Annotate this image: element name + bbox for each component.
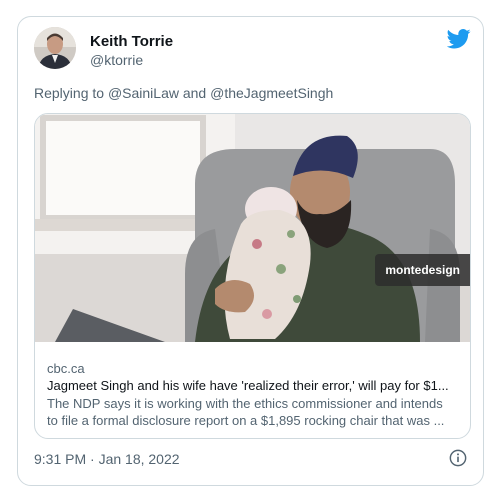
avatar-image [34, 27, 76, 69]
card-description-line: The NDP says it is working with the ethi… [47, 396, 443, 411]
tweet-card[interactable]: Keith Torrie @ktorrie Replying to @Saini… [17, 16, 484, 486]
card-watermark: montedesign [375, 254, 470, 286]
twitter-bird-icon[interactable] [447, 29, 471, 49]
card-description-line: to file a formal disclosure report on a … [47, 413, 445, 428]
replying-to-line: Replying to @SainiLaw and @theJagmeetSin… [34, 85, 333, 101]
mention-thejagmeetsingh[interactable]: @theJagmeetSingh [210, 85, 333, 101]
replying-to-label: Replying to [34, 85, 108, 101]
card-title[interactable]: Jagmeet Singh and his wife have 'realize… [47, 378, 462, 393]
card-domain: cbc.ca [47, 361, 85, 376]
mention-sainilaw[interactable]: @SainiLaw [108, 85, 179, 101]
card-photo[interactable] [35, 114, 471, 342]
author-handle[interactable]: @ktorrie [90, 52, 143, 68]
avatar[interactable] [34, 27, 76, 69]
info-icon[interactable] [449, 449, 467, 467]
tweet-timestamp[interactable]: 9:31 PM · Jan 18, 2022 [34, 451, 180, 467]
author-display-name[interactable]: Keith Torrie [90, 33, 173, 50]
replying-to-joiner: and [178, 85, 211, 101]
link-preview-card[interactable]: montedesign cbc.ca Jagmeet Singh and his… [34, 113, 471, 439]
card-description: The NDP says it is working with the ethi… [47, 395, 462, 429]
